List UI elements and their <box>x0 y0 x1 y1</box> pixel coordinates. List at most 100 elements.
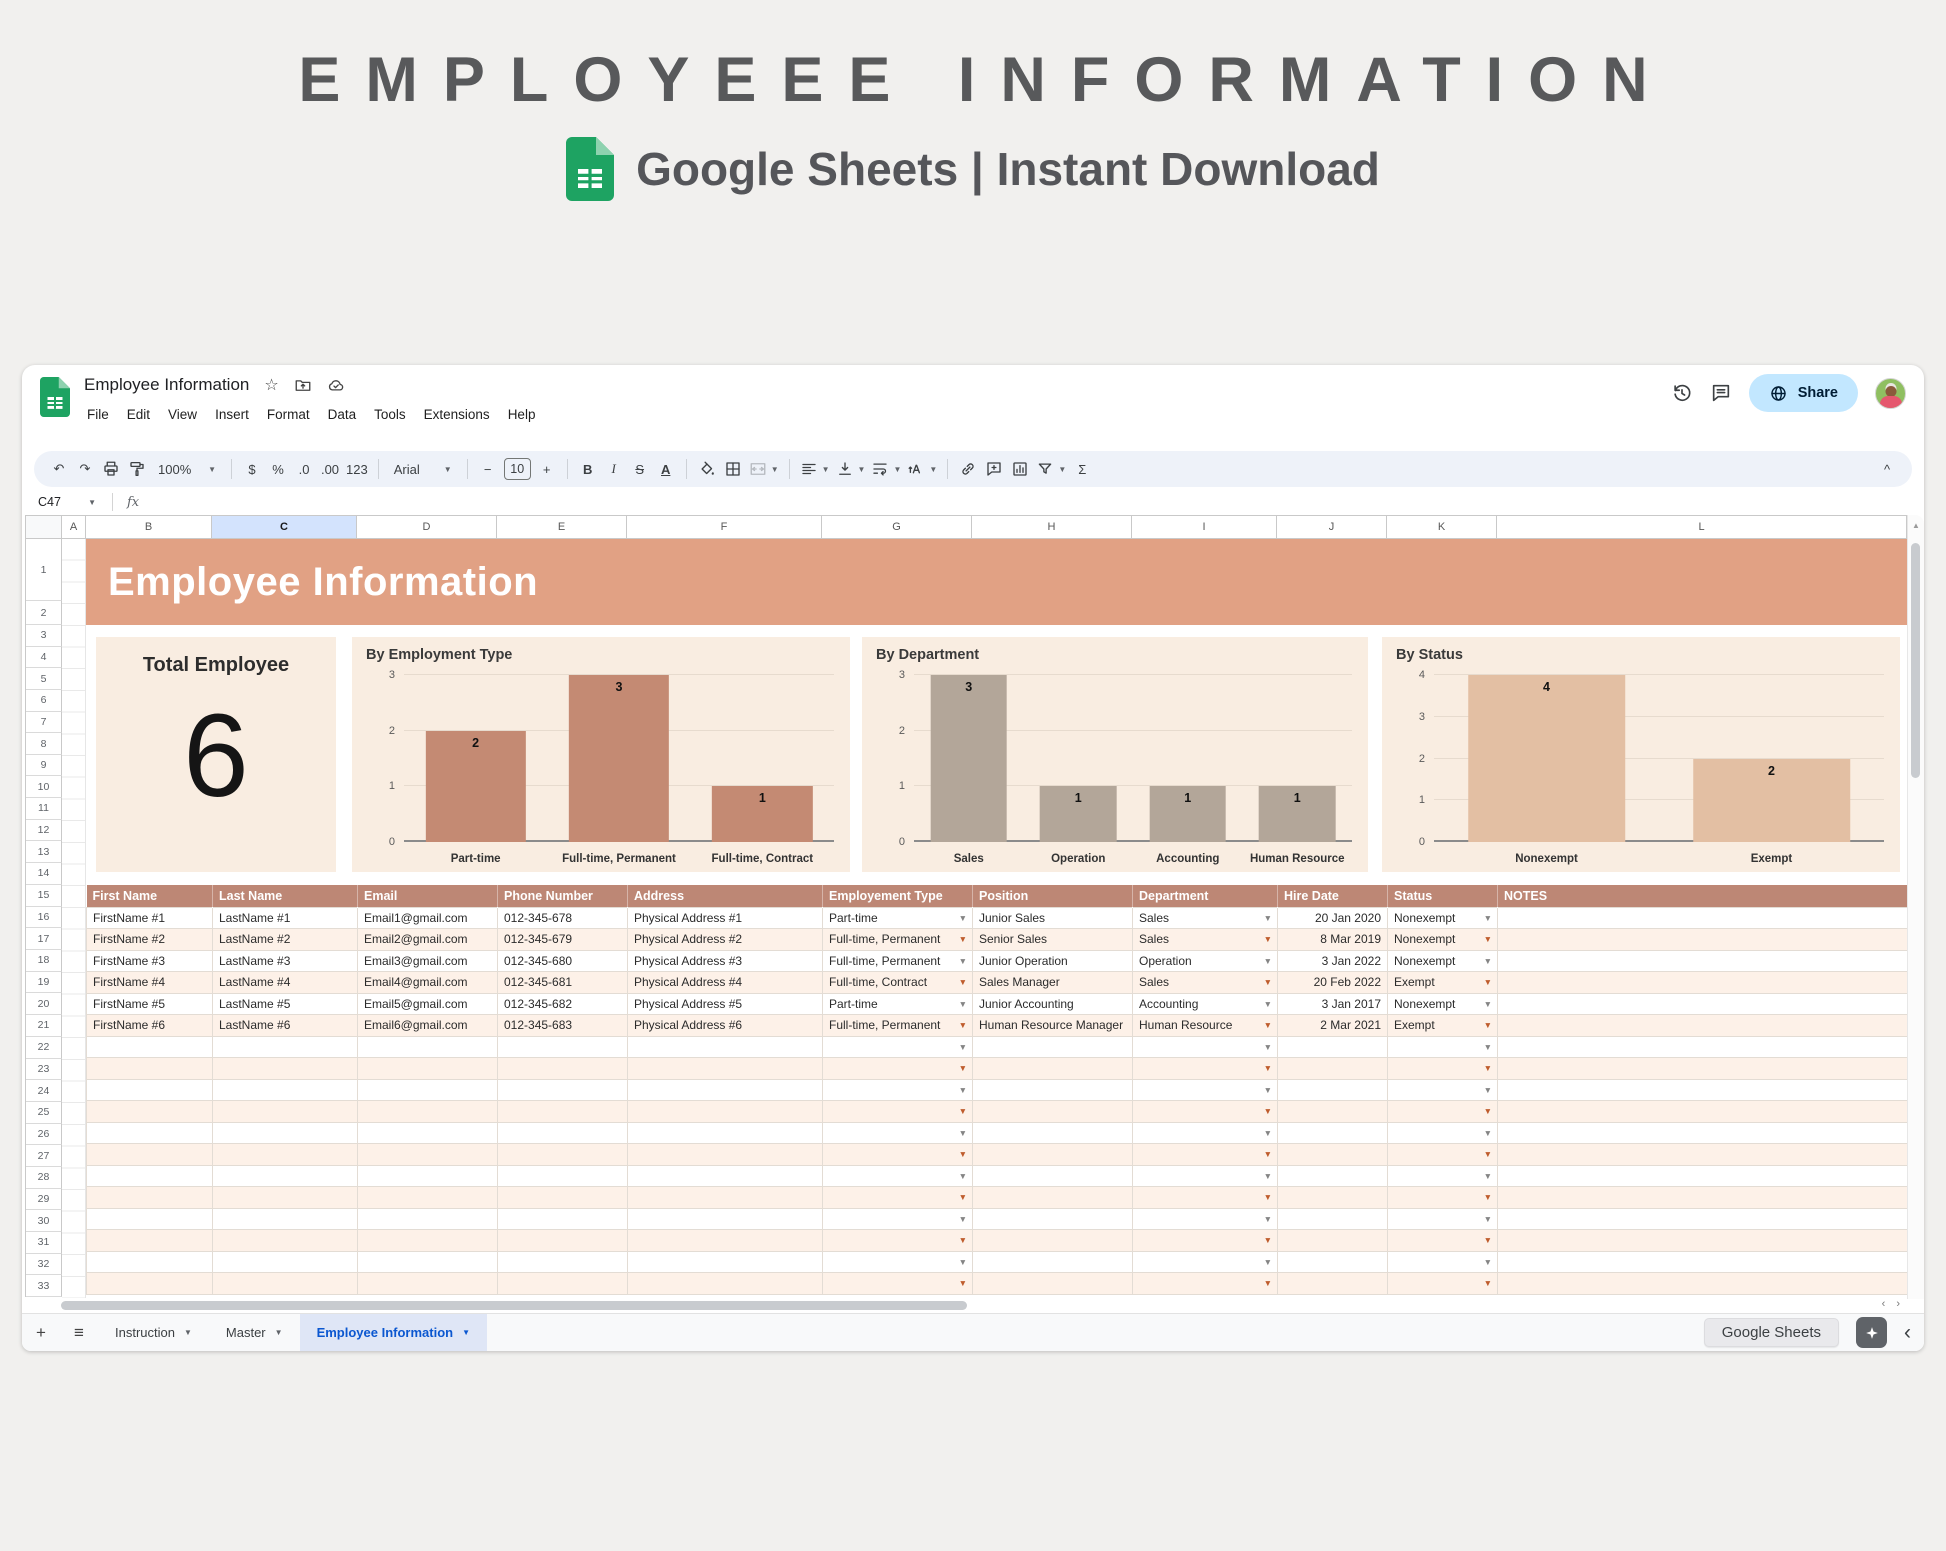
cell[interactable]: Senior Sales <box>973 929 1133 951</box>
text-color-button[interactable]: A <box>653 456 679 483</box>
cell[interactable]: ▼ <box>1133 1208 1278 1230</box>
cell[interactable] <box>87 1230 213 1252</box>
column-header-L[interactable]: L <box>1497 515 1907 539</box>
column-header-G[interactable]: G <box>822 515 972 539</box>
dropdown-arrow-icon[interactable]: ▼ <box>959 1192 967 1202</box>
cell[interactable] <box>628 1058 823 1080</box>
sheet-banner[interactable]: Employee Information <box>86 539 1907 625</box>
cell[interactable]: FirstName #2 <box>87 929 213 951</box>
cell[interactable] <box>213 1273 358 1295</box>
cell[interactable]: Full-time, Permanent▼ <box>823 929 973 951</box>
cell[interactable] <box>498 1144 628 1166</box>
dropdown-arrow-icon[interactable]: ▼ <box>1264 977 1272 987</box>
more-formats-button[interactable]: 123 <box>343 456 371 483</box>
cell[interactable] <box>973 1079 1133 1101</box>
cell[interactable]: ▼ <box>1388 1101 1498 1123</box>
all-sheets-button[interactable]: ≡ <box>60 1323 98 1343</box>
cell[interactable] <box>498 1230 628 1252</box>
cell[interactable] <box>213 1208 358 1230</box>
cell[interactable] <box>213 1230 358 1252</box>
dropdown-arrow-icon[interactable]: ▼ <box>1264 1171 1272 1181</box>
cell[interactable]: Physical Address #1 <box>628 907 823 929</box>
cell[interactable]: ▼ <box>823 1273 973 1295</box>
cell[interactable]: Email4@gmail.com <box>358 972 498 994</box>
cell[interactable]: Physical Address #6 <box>628 1015 823 1037</box>
chart-by-department[interactable]: By Department01233111SalesOperationAccou… <box>862 637 1368 872</box>
cell[interactable] <box>498 1122 628 1144</box>
row-header-33[interactable]: 33 <box>26 1275 62 1297</box>
cell[interactable] <box>628 1230 823 1252</box>
row-header-5[interactable]: 5 <box>26 668 62 690</box>
cell[interactable]: ▼ <box>1388 1036 1498 1058</box>
dropdown-arrow-icon[interactable]: ▼ <box>1264 1020 1272 1030</box>
dropdown-arrow-icon[interactable]: ▼ <box>1264 1214 1272 1224</box>
row-header-29[interactable]: 29 <box>26 1189 62 1211</box>
cell[interactable] <box>498 1187 628 1209</box>
dropdown-arrow-icon[interactable]: ▼ <box>959 1214 967 1224</box>
cell[interactable]: FirstName #6 <box>87 1015 213 1037</box>
cell[interactable]: 3 Jan 2017 <box>1278 993 1388 1015</box>
insert-chart-button[interactable] <box>1007 456 1033 483</box>
cell[interactable]: Part-time▼ <box>823 907 973 929</box>
cell[interactable]: Nonexempt▼ <box>1388 993 1498 1015</box>
move-folder-icon[interactable] <box>294 376 312 394</box>
menu-insert[interactable]: Insert <box>206 403 258 426</box>
cell[interactable]: ▼ <box>1133 1101 1278 1123</box>
dropdown-arrow-icon[interactable]: ▼ <box>959 1063 967 1073</box>
explore-icon[interactable] <box>1856 1317 1887 1348</box>
cell[interactable]: FirstName #3 <box>87 950 213 972</box>
cell[interactable]: ▼ <box>1388 1230 1498 1252</box>
avatar[interactable] <box>1875 378 1906 409</box>
share-button[interactable]: Share <box>1749 374 1858 412</box>
cell[interactable]: LastName #6 <box>213 1015 358 1037</box>
dropdown-arrow-icon[interactable]: ▼ <box>959 1042 967 1052</box>
decrease-font-size-button[interactable]: − <box>475 456 501 483</box>
dropdown-arrow-icon[interactable]: ▼ <box>1484 1063 1492 1073</box>
cell[interactable]: ▼ <box>1388 1079 1498 1101</box>
table-header-phone-number[interactable]: Phone Number <box>498 885 628 907</box>
column-header-H[interactable]: H <box>972 515 1132 539</box>
column-header-K[interactable]: K <box>1387 515 1497 539</box>
cell[interactable] <box>87 1036 213 1058</box>
cell[interactable] <box>358 1058 498 1080</box>
menu-help[interactable]: Help <box>499 403 545 426</box>
dropdown-arrow-icon[interactable]: ▼ <box>1264 1085 1272 1095</box>
cell[interactable] <box>213 1165 358 1187</box>
bold-button[interactable]: B <box>575 456 601 483</box>
cell[interactable]: Operation▼ <box>1133 950 1278 972</box>
cell[interactable] <box>1498 950 1908 972</box>
horizontal-scrollbar[interactable]: ‹ › <box>25 1298 1904 1313</box>
print-button[interactable] <box>98 456 124 483</box>
cell[interactable]: ▼ <box>823 1230 973 1252</box>
cell[interactable]: ▼ <box>823 1208 973 1230</box>
table-header-status[interactable]: Status <box>1388 885 1498 907</box>
cell[interactable] <box>498 1101 628 1123</box>
dropdown-arrow-icon[interactable]: ▼ <box>959 1128 967 1138</box>
version-history-icon[interactable] <box>1671 382 1693 404</box>
dropdown-arrow-icon[interactable]: ▼ <box>1264 956 1272 966</box>
horizontal-scroll-thumb[interactable] <box>61 1301 967 1310</box>
table-header-department[interactable]: Department <box>1133 885 1278 907</box>
sheets-file-icon[interactable] <box>40 377 70 422</box>
cell[interactable]: ▼ <box>1133 1122 1278 1144</box>
dropdown-arrow-icon[interactable]: ▼ <box>959 1149 967 1159</box>
cell[interactable]: ▼ <box>823 1187 973 1209</box>
cell[interactable]: 8 Mar 2019 <box>1278 929 1388 951</box>
cell[interactable] <box>213 1101 358 1123</box>
row-header-11[interactable]: 11 <box>26 798 62 820</box>
row-header-16[interactable]: 16 <box>26 907 62 929</box>
cell[interactable]: Nonexempt▼ <box>1388 929 1498 951</box>
cell[interactable]: Email1@gmail.com <box>358 907 498 929</box>
cell[interactable]: ▼ <box>1133 1273 1278 1295</box>
cell[interactable] <box>973 1165 1133 1187</box>
scroll-arrows[interactable]: ‹ › <box>1882 1298 1904 1310</box>
column-header-D[interactable]: D <box>357 515 497 539</box>
cell[interactable] <box>628 1101 823 1123</box>
cell[interactable]: ▼ <box>1388 1273 1498 1295</box>
cell[interactable]: Human Resource Manager <box>973 1015 1133 1037</box>
menu-edit[interactable]: Edit <box>118 403 159 426</box>
cell[interactable] <box>358 1187 498 1209</box>
cell[interactable] <box>1498 1079 1908 1101</box>
cell[interactable] <box>87 1273 213 1295</box>
cell[interactable]: ▼ <box>1388 1122 1498 1144</box>
